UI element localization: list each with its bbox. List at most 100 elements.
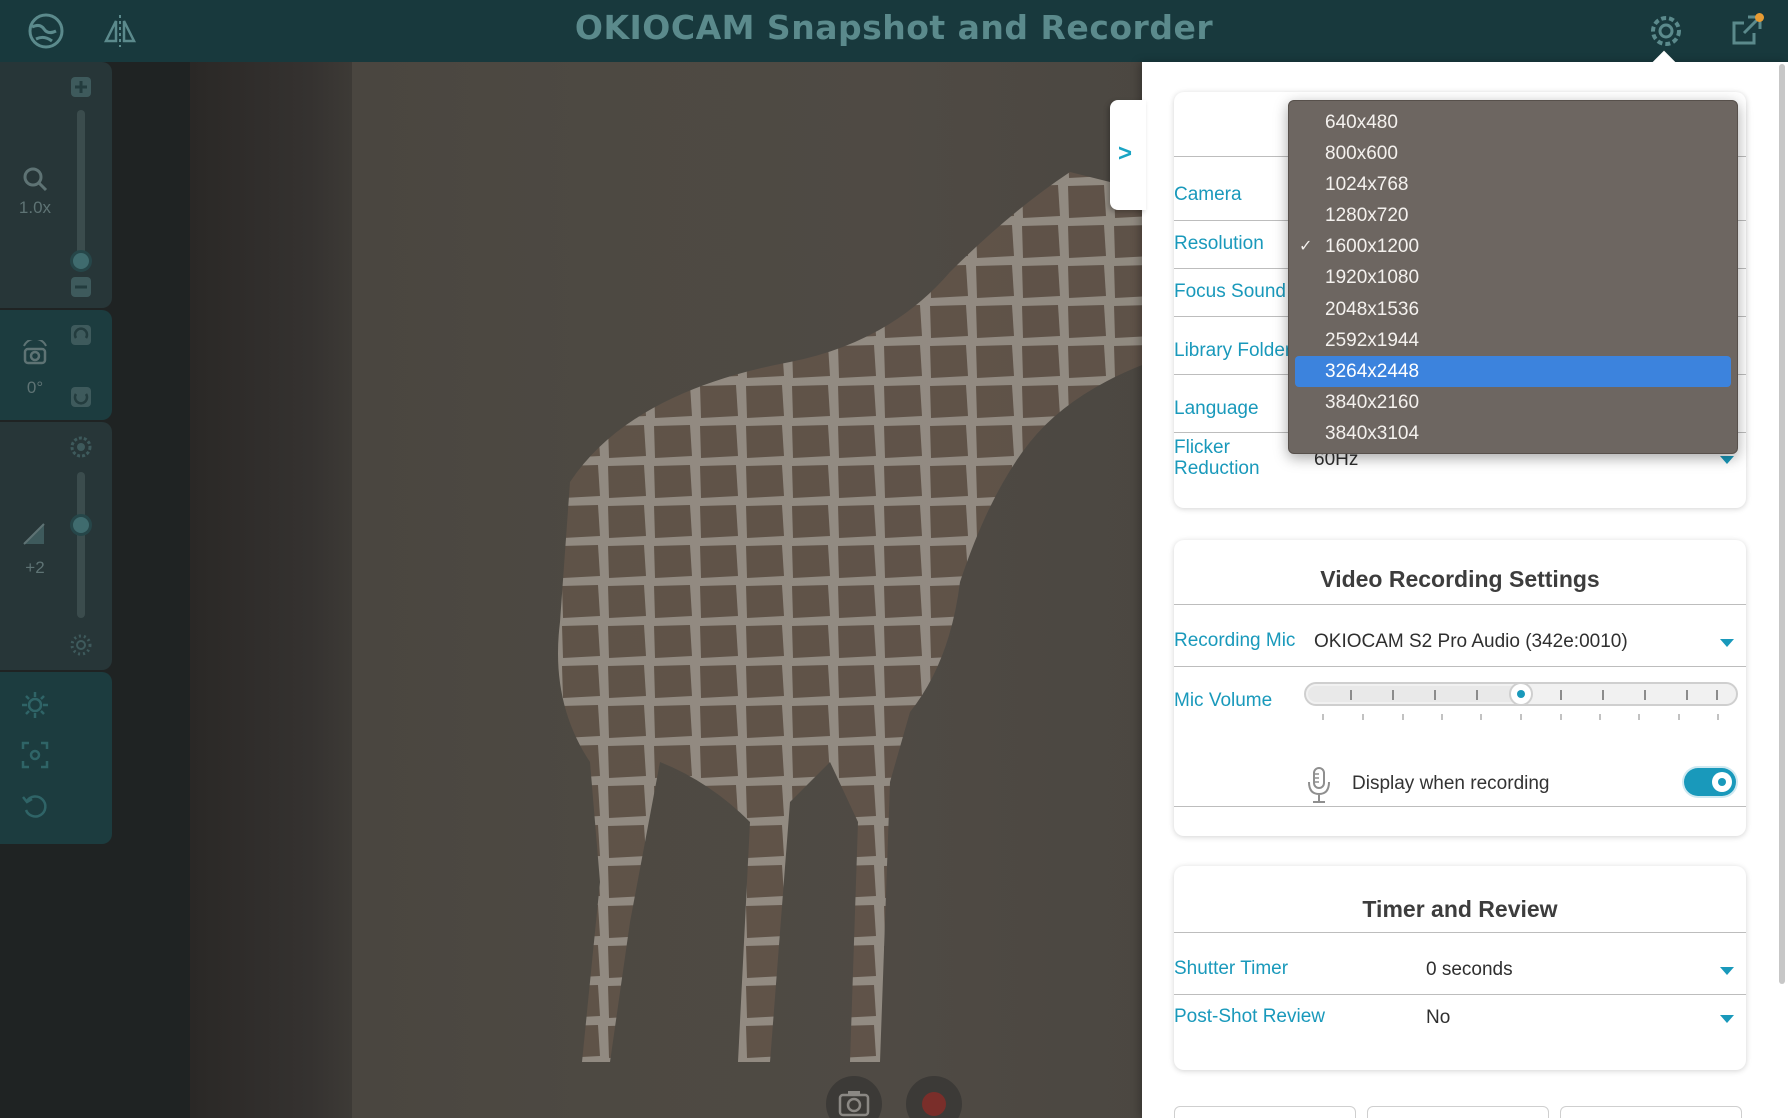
resolution-option[interactable]: 3840x3104: [1295, 418, 1731, 449]
resolution-option[interactable]: 1024x768: [1295, 169, 1731, 200]
slider-tick: [1434, 690, 1436, 700]
brightness-up-icon[interactable]: [70, 436, 92, 458]
resolution-dropdown[interactable]: 640x480 800x600 1024x768 1280x720 ✓ 1600x1200…: [1288, 100, 1738, 454]
library-folder-label: Library Folder: [1174, 340, 1292, 361]
resolution-option[interactable]: 1920x1080: [1295, 262, 1731, 293]
timer-review-card: Timer and Review Shutter Timer 0 seconds…: [1174, 866, 1746, 1070]
zoom-in-icon[interactable]: [70, 76, 92, 98]
brightness-down-icon[interactable]: [70, 634, 92, 656]
post-shot-review-caret-icon[interactable]: [1720, 1015, 1734, 1023]
mic-volume-fill: [1308, 686, 1523, 702]
resolution-option[interactable]: 2048x1536: [1295, 294, 1731, 325]
resolution-option-label: 3264x2448: [1325, 360, 1420, 382]
camera-image: [190, 62, 1150, 1118]
shutter-timer-label: Shutter Timer: [1174, 958, 1289, 979]
slider-tick: [1716, 690, 1718, 700]
scale-tick: [1638, 714, 1640, 720]
panel-scrollbar[interactable]: [1779, 64, 1785, 984]
recording-mic-caret-icon[interactable]: [1720, 639, 1734, 647]
settings-gear-icon[interactable]: [1646, 11, 1686, 51]
bottom-button-1[interactable]: [1174, 1106, 1356, 1118]
checkmark-icon: ✓: [1299, 238, 1313, 256]
camera-icon: [838, 1091, 870, 1117]
shutter-timer-value[interactable]: 0 seconds: [1426, 959, 1513, 981]
camera-label: Camera: [1174, 184, 1242, 205]
zoom-slider[interactable]: [77, 110, 85, 260]
resolution-option[interactable]: 800x600: [1295, 138, 1731, 169]
divider: [1174, 994, 1746, 995]
resolution-option-label: 1280x720: [1325, 205, 1409, 227]
video-recording-card: Video Recording Settings Recording Mic O…: [1174, 540, 1746, 836]
scale-tick: [1678, 714, 1680, 720]
slider-tick: [1392, 690, 1394, 700]
scale-tick: [1480, 714, 1482, 720]
brightness-toolbar: +2: [0, 422, 112, 670]
resolution-option[interactable]: 3264x2448: [1295, 355, 1731, 387]
resolution-option[interactable]: 1280x720: [1295, 200, 1731, 231]
rotate-toolbar: 0°: [0, 310, 112, 420]
post-shot-review-label: Post-Shot Review: [1174, 1006, 1326, 1027]
divider: [1174, 932, 1746, 933]
resolution-option-label: 3840x2160: [1325, 391, 1420, 413]
exposure-icon: [23, 523, 45, 545]
resolution-option-label: 800x600: [1325, 143, 1398, 165]
title-bar: OKIOCAM Snapshot and Recorder: [0, 0, 1788, 62]
mic-volume-slider[interactable]: [1304, 682, 1738, 706]
rotate-right-icon[interactable]: [70, 386, 92, 408]
scale-tick: [1322, 714, 1324, 720]
scale-tick: [1717, 714, 1719, 720]
bottom-button-3[interactable]: [1560, 1106, 1742, 1118]
divider: [1174, 604, 1746, 605]
slider-tick: [1602, 690, 1604, 700]
zoom-toolbar: 1.0x: [0, 62, 112, 308]
display-when-recording-toggle[interactable]: [1684, 768, 1736, 796]
recording-mic-value[interactable]: OKIOCAM S2 Pro Audio (342e:0010): [1314, 631, 1628, 653]
slider-tick: [1560, 690, 1562, 700]
zoom-out-icon[interactable]: [70, 276, 92, 298]
resolution-option[interactable]: 640x480: [1295, 107, 1731, 138]
resolution-option-label: 2048x1536: [1325, 298, 1420, 320]
rotation-angle: 0°: [26, 378, 44, 397]
zoom-slider-knob[interactable]: [70, 250, 92, 272]
app-title: OKIOCAM Snapshot and Recorder: [574, 8, 1214, 47]
divider: [1174, 806, 1746, 807]
post-shot-review-value[interactable]: No: [1426, 1007, 1450, 1029]
microphone-icon: [1308, 767, 1330, 803]
brightness-slider[interactable]: [77, 472, 85, 618]
resolution-option-label: 640x480: [1325, 112, 1398, 133]
resolution-option-label: 1920x1080: [1325, 267, 1420, 289]
chevron-right-icon: >: [1118, 140, 1133, 167]
brightness-slider-knob[interactable]: [70, 514, 92, 536]
rotate-camera-icon: [23, 340, 47, 365]
giraffe-image: [558, 172, 1150, 1062]
snapshot-button[interactable]: [826, 1076, 882, 1118]
resolution-option[interactable]: ✓ 1600x1200: [1295, 231, 1731, 262]
collapse-panel-button[interactable]: >: [1110, 100, 1146, 210]
resolution-option[interactable]: 3840x2160: [1295, 387, 1731, 418]
display-when-recording-label: Display when recording: [1352, 773, 1550, 794]
flicker-reduction-label: Flicker Reduction: [1174, 437, 1260, 479]
slider-tick: [1686, 690, 1688, 700]
shutter-timer-caret-icon[interactable]: [1720, 967, 1734, 975]
resolution-option[interactable]: 2592x1944: [1295, 325, 1731, 356]
bottom-button-2[interactable]: [1367, 1106, 1549, 1118]
brightness-level: +2: [25, 558, 45, 577]
reset-icon[interactable]: [20, 792, 50, 822]
scale-tick: [1402, 714, 1404, 720]
mic-volume-label: Mic Volume: [1174, 690, 1273, 711]
focus-icon[interactable]: [20, 740, 50, 770]
resolution-option-label: 3840x3104: [1325, 422, 1420, 444]
slider-tick: [1476, 690, 1478, 700]
record-icon: [922, 1092, 946, 1116]
rotate-left-icon[interactable]: [70, 324, 92, 346]
divider: [1174, 666, 1746, 667]
resolution-option-label: 1024x768: [1325, 174, 1409, 196]
toggle-knob: [1712, 772, 1732, 792]
external-window-icon[interactable]: [1726, 11, 1766, 51]
mic-volume-knob[interactable]: [1509, 682, 1533, 706]
search-icon: [23, 167, 48, 192]
sun-icon[interactable]: [20, 690, 50, 720]
recording-mic-label: Recording Mic: [1174, 630, 1296, 651]
flicker-reduction-caret-icon[interactable]: [1720, 456, 1734, 464]
resolution-label[interactable]: Resolution: [1174, 233, 1264, 254]
